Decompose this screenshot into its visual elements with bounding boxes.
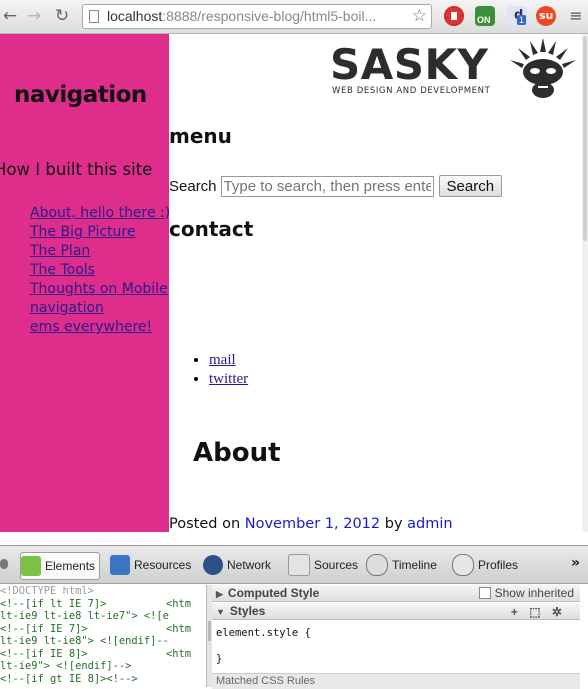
sidebar-link[interactable]: The Plan (30, 242, 169, 261)
about-heading: About (193, 438, 281, 468)
tab-timeline[interactable]: Timeline (366, 552, 437, 578)
network-icon (203, 555, 223, 575)
sidebar-link[interactable]: The Tools (30, 261, 169, 280)
sidebar-title: navigation (14, 82, 147, 108)
mail-link[interactable]: mail (209, 352, 236, 368)
logo-name: SASKY (330, 40, 489, 89)
url-text: localhost:8888/responsive-blog/html5-boi… (107, 8, 377, 24)
dom-tree[interactable]: <!DOCTYPE html> <!--[if lt IE 7]> <htm lt… (0, 585, 200, 687)
forward-arrow-icon[interactable]: → (24, 6, 44, 26)
splitter-grip[interactable] (208, 621, 211, 641)
devtools-close-icon[interactable] (0, 559, 8, 569)
extension-count-icon[interactable]: d 1 (507, 6, 527, 26)
dom-line[interactable]: <!DOCTYPE html> (0, 585, 200, 598)
scrollbar-thumb[interactable] (583, 36, 587, 241)
extension-on-icon[interactable]: ON (475, 6, 495, 26)
element-style-rule[interactable]: element.style { } (216, 627, 311, 666)
tab-network[interactable]: Network (203, 552, 271, 578)
sidebar-link[interactable]: ems everywhere! (30, 318, 169, 337)
adblock-icon[interactable] (444, 6, 464, 26)
search-button[interactable]: Search (438, 175, 503, 197)
sidebar-link[interactable]: navigation (30, 299, 169, 318)
profiles-icon (452, 554, 474, 576)
devtools-panel: Elements Resources Network Sources Timel… (0, 545, 588, 689)
contact-list: mail twitter (191, 351, 248, 389)
styles-sidebar: ▶ Computed Style Show inherited ▼ Styles +… (212, 585, 582, 689)
contact-heading: contact (169, 217, 254, 241)
sidebar-subtitle: How I built this site (0, 160, 153, 179)
sidebar-link[interactable]: About, hello there :) (30, 204, 169, 223)
styles-toolbar[interactable]: + ⬚ ✲ (511, 604, 566, 620)
browser-toolbar: ← → ↻ localhost:8888/responsive-blog/htm… (0, 0, 588, 34)
expand-triangle-icon: ▶ (216, 589, 223, 599)
posted-prefix: Posted on (169, 516, 241, 532)
tab-elements[interactable]: Elements (20, 552, 101, 580)
dom-line[interactable]: <!--[if lt IE 7]> <htm (0, 598, 200, 611)
search-input[interactable] (220, 175, 434, 197)
twitter-link[interactable]: twitter (209, 371, 248, 387)
sources-icon (288, 554, 310, 576)
main-content: SASKY WEB DESIGN AND DEVELOPMENT menu Se… (169, 34, 582, 532)
dom-line[interactable]: lt-ie9 lt-ie8"> <![endif]-- (0, 635, 200, 648)
logo-tagline: WEB DESIGN AND DEVELOPMENT (332, 86, 491, 96)
devtools-tab-bar: Elements Resources Network Sources Timel… (0, 546, 588, 584)
logo-emblem-icon (510, 38, 576, 98)
address-bar[interactable]: localhost:8888/responsive-blog/html5-boi… (82, 4, 432, 29)
sidebar-link[interactable]: Thoughts on Mobile (30, 280, 169, 299)
show-inherited-toggle[interactable]: Show inherited (478, 585, 574, 601)
page-icon (89, 10, 99, 23)
matched-rules-header: Matched CSS Rules (212, 673, 580, 689)
styles-header[interactable]: ▼ Styles + ⬚ ✲ (212, 603, 580, 620)
more-tabs-button[interactable]: » (571, 555, 580, 571)
collapse-triangle-icon: ▼ (216, 607, 225, 617)
stumbleupon-icon[interactable]: su (536, 6, 556, 26)
tab-resources[interactable]: Resources (110, 552, 191, 578)
post-author-link[interactable]: admin (407, 516, 452, 532)
post-date-link[interactable]: November 1, 2012 (245, 516, 380, 532)
dom-line[interactable]: lt-ie9"> <![endif]--> (0, 660, 200, 673)
search-label: Search (169, 177, 217, 195)
sidebar: navigation How I built this site About, … (0, 34, 169, 532)
page-scrollbar[interactable] (582, 34, 588, 532)
checkbox[interactable] (478, 587, 491, 599)
posted-by: by (384, 516, 403, 532)
bookmark-star-icon[interactable]: ☆ (412, 6, 427, 26)
dom-line[interactable]: <!--[if IE 7]> <htm (0, 623, 200, 636)
site-logo[interactable]: SASKY WEB DESIGN AND DEVELOPMENT (330, 38, 580, 100)
reload-icon[interactable]: ↻ (52, 6, 72, 26)
post-meta: Posted on November 1, 2012 by admin (169, 516, 453, 532)
dom-line[interactable]: <!--[if IE 8]> <htm (0, 648, 200, 661)
dom-line[interactable]: lt-ie9 lt-ie8 lt-ie7"> <![e (0, 610, 200, 623)
menu-heading: menu (169, 124, 232, 148)
resources-icon (110, 555, 130, 575)
back-arrow-icon[interactable]: ← (0, 6, 20, 26)
tab-sources[interactable]: Sources (288, 552, 358, 578)
tab-profiles[interactable]: Profiles (452, 552, 518, 578)
wrench-menu-icon[interactable]: ≡ (566, 6, 586, 26)
search-form: Search Search (169, 174, 503, 198)
dom-line[interactable]: <!--[if gt IE 8]><!--> (0, 673, 200, 686)
computed-style-header[interactable]: ▶ Computed Style Show inherited (212, 585, 580, 602)
elements-icon (21, 556, 41, 576)
sidebar-link[interactable]: The Big Picture (30, 223, 169, 242)
timeline-icon (366, 554, 388, 576)
sidebar-link-list: About, hello there :) The Big Picture Th… (30, 204, 169, 337)
